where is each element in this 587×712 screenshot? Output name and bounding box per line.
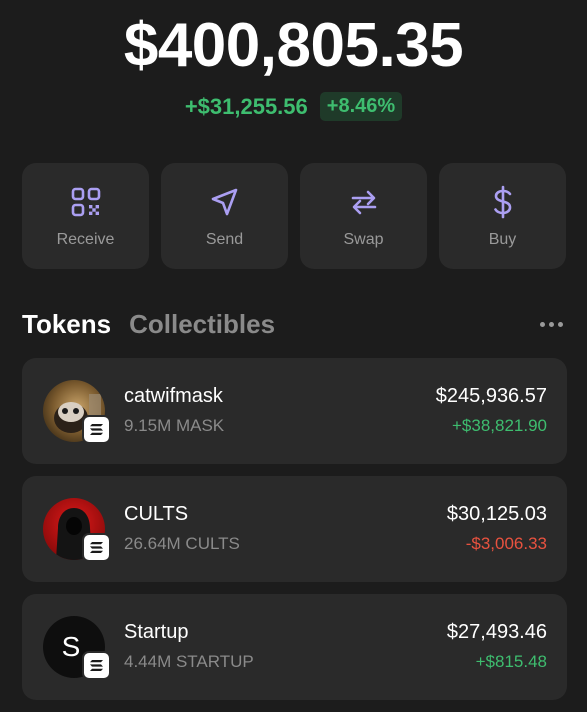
solana-icon	[82, 415, 111, 444]
tab-collectibles[interactable]: Collectibles	[129, 309, 275, 340]
action-bar: Receive Send Swap Buy	[22, 163, 566, 269]
token-name: Startup	[124, 621, 189, 643]
tab-tokens[interactable]: Tokens	[22, 309, 111, 340]
token-list: catwifmask 9.15M MASK $245,936.57 +$38,8…	[22, 358, 567, 712]
solana-icon	[82, 651, 111, 680]
balance-change-row: +$31,255.56 +8.46%	[0, 92, 587, 121]
swap-label: Swap	[343, 231, 384, 248]
token-change: -$3,006.33	[465, 534, 547, 553]
token-change: +$38,821.90	[451, 416, 547, 435]
receive-label: Receive	[56, 231, 115, 248]
token-name: CULTS	[124, 503, 189, 525]
swap-button[interactable]: Swap	[300, 163, 427, 269]
wallet-screen: $400,805.35 +$31,255.56 +8.46% Receive S…	[0, 0, 587, 712]
solana-icon	[82, 533, 111, 562]
more-dot	[549, 321, 554, 327]
qr-code-icon	[69, 185, 103, 219]
buy-button[interactable]: Buy	[439, 163, 566, 269]
token-change: +$815.48	[475, 652, 547, 671]
token-value: $30,125.03	[446, 503, 547, 525]
token-row-cults[interactable]: CULTS 26.64M CULTS $30,125.03 -$3,006.33	[22, 476, 567, 582]
send-button[interactable]: Send	[161, 163, 288, 269]
total-balance: $400,805.35	[123, 11, 464, 80]
receive-button[interactable]: Receive	[22, 163, 149, 269]
more-options-icon[interactable]	[540, 321, 563, 327]
balance-change-percent-badge: +8.46%	[319, 92, 403, 121]
swap-arrows-icon	[347, 185, 381, 219]
token-amount: 26.64M CULTS	[124, 534, 240, 553]
dollar-icon	[486, 185, 520, 219]
token-amount: 4.44M STARTUP	[124, 652, 254, 671]
avatar-letter: S	[61, 631, 81, 662]
token-value: $245,936.57	[435, 385, 547, 407]
balance-change-amount: +$31,255.56	[184, 93, 308, 119]
more-dot	[540, 321, 545, 327]
token-amount: 9.15M MASK	[124, 416, 225, 435]
more-dot	[558, 321, 563, 327]
token-value: $27,493.46	[446, 621, 547, 643]
buy-label: Buy	[488, 231, 517, 248]
asset-tabs: Tokens Collectibles	[22, 307, 567, 341]
token-row-catwifmask[interactable]: catwifmask 9.15M MASK $245,936.57 +$38,8…	[22, 358, 567, 464]
token-row-startup[interactable]: S Startup 4.44M STARTUP $27,493.46 +$815…	[22, 594, 567, 700]
send-label: Send	[205, 231, 244, 248]
token-name: catwifmask	[124, 385, 223, 407]
send-arrow-icon	[208, 185, 242, 219]
